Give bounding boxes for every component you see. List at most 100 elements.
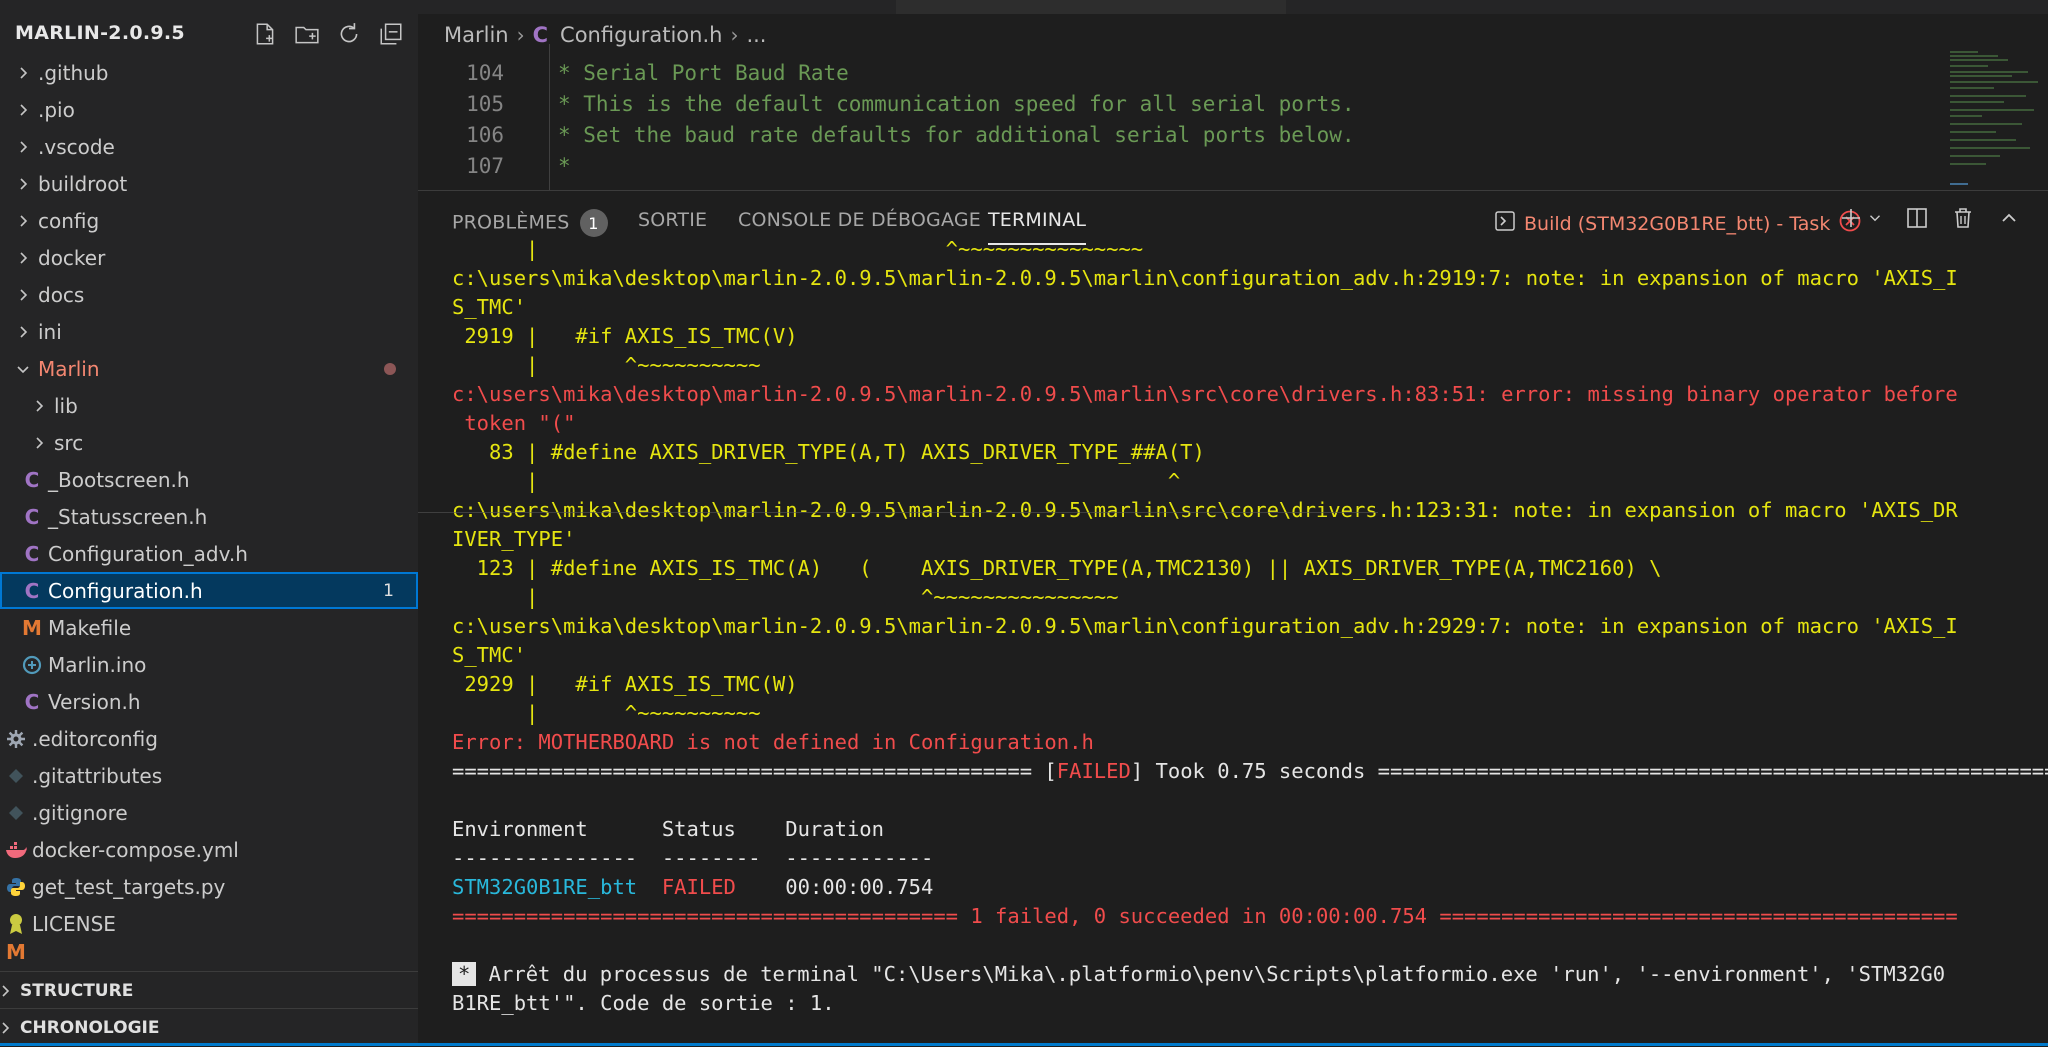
tree-item-label: ini [38, 319, 62, 344]
tree-item-label: docker-compose.yml [32, 837, 239, 862]
code-editor[interactable]: Marlin › C Configuration.h › ... 104 * S… [418, 0, 2048, 190]
chevron-down-icon[interactable] [1866, 203, 1884, 233]
tree-item-gitattributes[interactable]: .gitattributes [0, 757, 418, 794]
refresh-icon[interactable] [334, 20, 364, 48]
result-table-row: STM32G0B1RE_btt FAILED 00:00:00.754 [452, 873, 933, 902]
c-file-icon: C [24, 504, 40, 529]
docker-icon [4, 841, 28, 859]
c-file-icon: C [24, 467, 40, 492]
tab-label: PROBLÈMES [452, 211, 570, 234]
tree-item-makefile[interactable]: M Makefile [0, 609, 418, 646]
tree-item-version[interactable]: C Version.h [0, 683, 418, 720]
tree-item-label: get_test_targets.py [32, 874, 226, 899]
tree-item-label: Configuration_adv.h [48, 541, 248, 566]
terminal-line: | ^~~~~~~~~~~ [452, 353, 761, 377]
tree-item-label: config [38, 208, 100, 233]
trash-icon[interactable] [1950, 203, 1976, 233]
tree-item-label: .vscode [38, 134, 115, 159]
c-file-icon: C [532, 23, 549, 47]
tree-item-docs[interactable]: docs [0, 276, 418, 313]
code-line: 104 * Serial Port Baud Rate [418, 56, 849, 89]
new-folder-icon[interactable] [292, 20, 322, 48]
chevron-up-icon[interactable] [1996, 203, 2022, 233]
c-file-icon: C [24, 578, 40, 603]
separator: ========================================… [452, 759, 1057, 783]
tree-item-bootscreen[interactable]: C _Bootscreen.h [0, 461, 418, 498]
chevron-right-icon [12, 62, 34, 84]
section-title: CHRONOLOGIE [20, 1017, 160, 1038]
terminal-line: c:\users\mika\desktop\marlin-2.0.9.5\mar… [452, 266, 1958, 290]
add-terminal-icon[interactable] [1838, 203, 1864, 233]
minimap[interactable] [1938, 44, 2048, 190]
git-icon [4, 767, 28, 785]
tree-item-src[interactable]: src [0, 424, 418, 461]
new-file-icon[interactable] [250, 20, 280, 48]
timeline-section[interactable]: CHRONOLOGIE [0, 1008, 418, 1046]
terminal-line: | ^~~~~~~~~~~ [452, 701, 761, 725]
tree-item-label: Configuration.h [48, 578, 203, 603]
chevron-right-icon [0, 1017, 16, 1039]
tree-item-configuration[interactable]: C Configuration.h 1 [0, 572, 418, 609]
tree-item-lib[interactable]: lib [0, 387, 418, 424]
code-line: 106 * Set the baud rate defaults for add… [418, 118, 1354, 151]
collapse-all-icon[interactable] [376, 20, 406, 48]
tree-item-editorconfig[interactable]: .editorconfig [0, 720, 418, 757]
breadcrumb-folder[interactable]: Marlin [444, 23, 509, 47]
terminal-line: token "(" [452, 411, 576, 435]
breadcrumb-file[interactable]: Configuration.h [560, 23, 722, 47]
breadcrumb-symbol[interactable]: ... [746, 23, 766, 47]
tree-item-docker-compose[interactable]: docker-compose.yml [0, 831, 418, 868]
terminal-line: Error: MOTHERBOARD is not defined in Con… [452, 730, 1094, 754]
split-terminal-icon[interactable] [1904, 203, 1930, 233]
terminal-line: | ^~~~~~~~~~~~~~~~ [452, 237, 1144, 261]
tree-item-statusscreen[interactable]: C _Statusscreen.h [0, 498, 418, 535]
terminal-line: c:\users\mika\desktop\marlin-2.0.9.5\mar… [452, 498, 1958, 522]
git-icon [4, 804, 28, 822]
terminal-line: S_TMC' [452, 295, 527, 319]
terminal-line: 123 | #define AXIS_IS_TMC(A) ( AXIS_DRIV… [452, 556, 1662, 580]
chevron-right-icon [12, 99, 34, 121]
tree-item-gitignore[interactable]: .gitignore [0, 794, 418, 831]
tree-item-get-test-targets[interactable]: get_test_targets.py [0, 868, 418, 905]
tree-item-pio[interactable]: .pio [0, 91, 418, 128]
tree-item-ini[interactable]: ini [0, 313, 418, 350]
tree-item-buildroot[interactable]: buildroot [0, 165, 418, 202]
explorer-sidebar: MARLIN-2.0.9.5 .github .pio .vscode buil… [0, 0, 418, 1046]
tree-item-label: .editorconfig [32, 726, 158, 751]
chevron-right-icon [12, 210, 34, 232]
modified-dot [384, 362, 396, 375]
tree-item-label: Marlin.ino [48, 652, 147, 677]
tree-item-label: docker [38, 245, 106, 270]
section-title: STRUCTURE [20, 980, 134, 1001]
explorer-root-title[interactable]: MARLIN-2.0.9.5 [15, 22, 185, 44]
close-icon[interactable] [2042, 203, 2048, 233]
chevron-right-icon [12, 284, 34, 306]
terminal-icon [1494, 210, 1516, 237]
terminal-exit-line: * Arrêt du processus de terminal "C:\Use… [452, 960, 1945, 989]
terminal-line: 83 | #define AXIS_DRIVER_TYPE(A,T) AXIS_… [452, 440, 1205, 464]
tree-item-configuration-adv[interactable]: C Configuration_adv.h [0, 535, 418, 572]
chevron-right-icon [28, 395, 50, 417]
code-comment: * This is the default communication spee… [558, 91, 1355, 116]
structure-section[interactable]: STRUCTURE [0, 971, 418, 1009]
env-status: FAILED [661, 875, 736, 899]
tree-item-marlin[interactable]: Marlin [0, 350, 418, 387]
tree-item-vscode[interactable]: .vscode [0, 128, 418, 165]
tree-item-label: LICENSE [32, 911, 116, 936]
tree-item-partial: M [0, 942, 418, 962]
code-line: 107 * [418, 149, 571, 182]
separator: ] Took 0.75 seconds ====================… [1130, 759, 2048, 783]
terminal-line: c:\users\mika\desktop\marlin-2.0.9.5\mar… [452, 614, 1958, 638]
terminal-line: 2919 | #if AXIS_IS_TMC(V) [452, 324, 798, 348]
terminal-line: S_TMC' [452, 643, 527, 667]
exit-marker: * [452, 962, 477, 986]
makefile-icon: M [6, 942, 26, 962]
tree-item-marlin-ino[interactable]: Marlin.ino [0, 646, 418, 683]
chevron-right-icon [0, 980, 16, 1002]
tree-item-label: _Statusscreen.h [48, 504, 208, 529]
tree-item-docker[interactable]: docker [0, 239, 418, 276]
tree-item-config[interactable]: config [0, 202, 418, 239]
tree-item-license[interactable]: LICENSE [0, 905, 418, 942]
tree-item-github[interactable]: .github [0, 54, 418, 91]
terminal-task-selector[interactable]: Build (STM32G0B1RE_btt) - Task [1494, 209, 1862, 238]
